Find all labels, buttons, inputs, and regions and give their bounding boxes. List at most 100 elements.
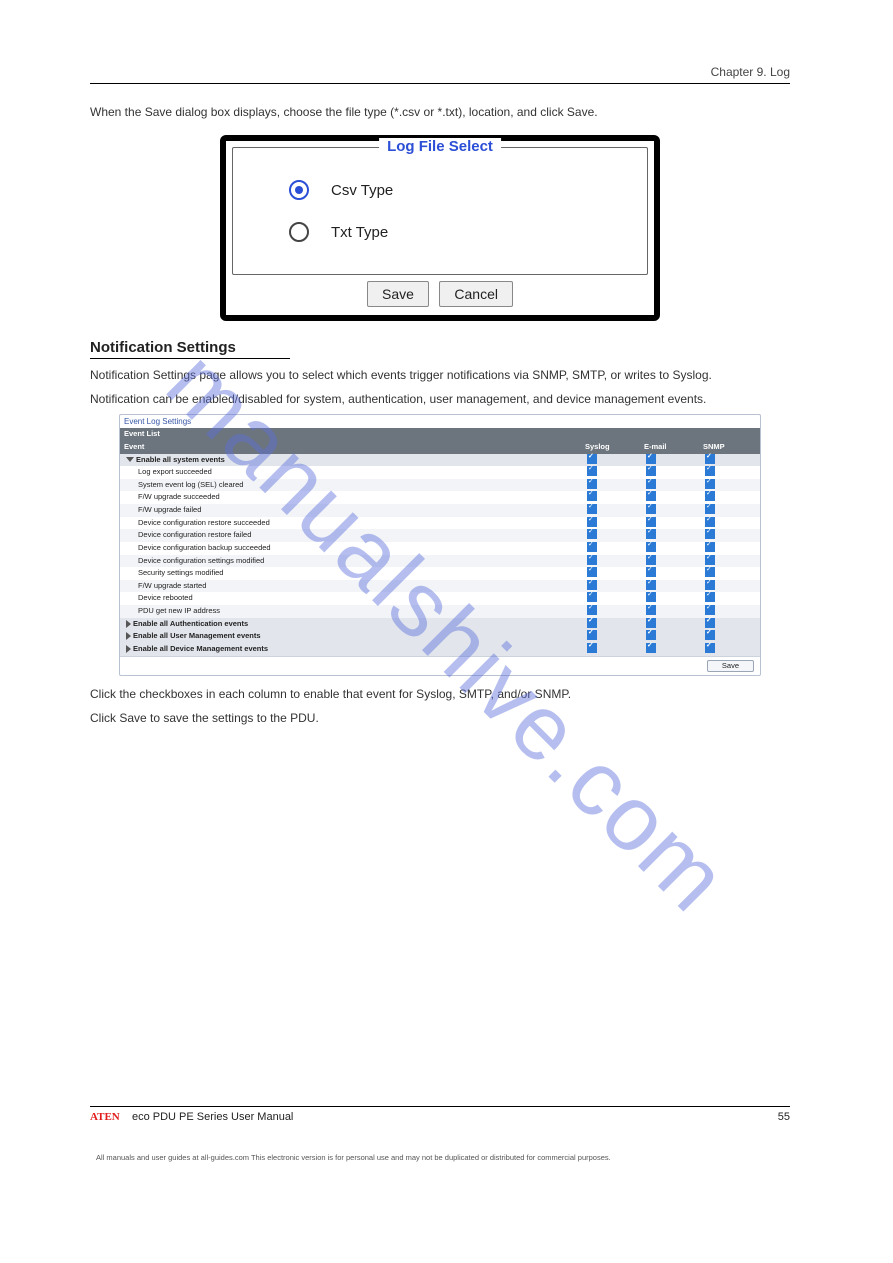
checkbox-checked-icon[interactable] xyxy=(587,592,597,602)
els-row-label: Device configuration restore succeeded xyxy=(138,518,270,527)
els-group-row: Enable all Authentication events xyxy=(120,618,760,631)
checkbox-checked-icon[interactable] xyxy=(705,504,715,514)
els-row-label: Device configuration settings modified xyxy=(138,556,264,565)
checkbox-checked-icon[interactable] xyxy=(587,580,597,590)
checkbox-checked-icon[interactable] xyxy=(587,479,597,489)
checkbox-checked-icon[interactable] xyxy=(705,517,715,527)
event-log-settings-panel: Event Log Settings Event List Event Sysl… xyxy=(119,414,761,676)
checkbox-checked-icon[interactable] xyxy=(646,542,656,552)
checkbox-checked-icon[interactable] xyxy=(587,567,597,577)
checkbox-checked-icon[interactable] xyxy=(587,542,597,552)
els-row-label: Enable all User Management events xyxy=(133,631,261,640)
checkbox-checked-icon[interactable] xyxy=(646,466,656,476)
els-eventlist-bar: Event List xyxy=(120,428,760,441)
checkbox-checked-icon[interactable] xyxy=(646,592,656,602)
expand-closed-icon[interactable] xyxy=(126,645,131,653)
els-event-row: System event log (SEL) cleared xyxy=(120,479,760,492)
els-event-row: Device configuration restore failed xyxy=(120,529,760,542)
els-event-row: Device rebooted xyxy=(120,592,760,605)
checkbox-checked-icon[interactable] xyxy=(646,618,656,628)
els-row-label: Device configuration restore failed xyxy=(138,530,251,539)
checkbox-checked-icon[interactable] xyxy=(587,630,597,640)
checkbox-checked-icon[interactable] xyxy=(646,605,656,615)
dialog-legend: Log File Select xyxy=(379,138,501,155)
els-row-label: Enable all Authentication events xyxy=(133,619,248,628)
col-event: Event xyxy=(120,441,583,454)
checkbox-checked-icon[interactable] xyxy=(646,491,656,501)
checkbox-checked-icon[interactable] xyxy=(587,504,597,514)
chapter-label: Chapter 9. Log xyxy=(90,65,790,79)
radio-txt-type[interactable]: Txt Type xyxy=(289,222,629,242)
cancel-button[interactable]: Cancel xyxy=(439,281,513,307)
els-group-row: Enable all User Management events xyxy=(120,630,760,643)
checkbox-checked-icon[interactable] xyxy=(705,630,715,640)
els-row-label: Device rebooted xyxy=(138,593,193,602)
chapter-rule xyxy=(90,83,790,84)
radio-csv-type[interactable]: Csv Type xyxy=(289,180,629,200)
checkbox-checked-icon[interactable] xyxy=(705,529,715,539)
checkbox-checked-icon[interactable] xyxy=(587,618,597,628)
radio-unselected-icon xyxy=(289,222,309,242)
checkbox-checked-icon[interactable] xyxy=(705,491,715,501)
els-row-label: Device configuration backup succeeded xyxy=(138,543,271,552)
expand-open-icon[interactable] xyxy=(126,457,134,462)
checkbox-checked-icon[interactable] xyxy=(646,567,656,577)
checkbox-checked-icon[interactable] xyxy=(587,643,597,653)
checkbox-checked-icon[interactable] xyxy=(587,605,597,615)
els-save-button[interactable]: Save xyxy=(707,660,754,673)
checkbox-checked-icon[interactable] xyxy=(587,555,597,565)
tail-para-2: Click Save to save the settings to the P… xyxy=(90,710,790,727)
checkbox-checked-icon[interactable] xyxy=(587,517,597,527)
footer-title: eco PDU PE Series User Manual xyxy=(132,1111,293,1123)
els-event-row: Log export succeeded xyxy=(120,466,760,479)
els-event-row: F/W upgrade failed xyxy=(120,504,760,517)
checkbox-checked-icon[interactable] xyxy=(705,542,715,552)
els-event-row: PDU get new IP address xyxy=(120,605,760,618)
tail-para-1: Click the checkboxes in each column to e… xyxy=(90,686,790,703)
els-group-row: Enable all system events xyxy=(120,454,760,467)
checkbox-checked-icon[interactable] xyxy=(705,592,715,602)
checkbox-checked-icon[interactable] xyxy=(705,580,715,590)
save-button[interactable]: Save xyxy=(367,281,429,307)
page-number: 55 xyxy=(778,1111,790,1123)
checkbox-checked-icon[interactable] xyxy=(587,491,597,501)
els-header-row: Event Syslog E-mail SNMP xyxy=(120,441,760,454)
checkbox-checked-icon[interactable] xyxy=(705,605,715,615)
checkbox-checked-icon[interactable] xyxy=(646,643,656,653)
legal-footnote: All manuals and user guides at all-guide… xyxy=(90,1153,790,1163)
els-row-label: F/W upgrade started xyxy=(138,581,206,590)
expand-closed-icon[interactable] xyxy=(126,620,131,628)
els-row-label: PDU get new IP address xyxy=(138,606,220,615)
checkbox-checked-icon[interactable] xyxy=(705,466,715,476)
checkbox-checked-icon[interactable] xyxy=(587,529,597,539)
els-event-row: Device configuration settings modified xyxy=(120,555,760,568)
expand-closed-icon[interactable] xyxy=(126,632,131,640)
els-row-label: Security settings modified xyxy=(138,568,223,577)
checkbox-checked-icon[interactable] xyxy=(705,454,715,464)
checkbox-checked-icon[interactable] xyxy=(705,643,715,653)
els-row-label: Log export succeeded xyxy=(138,467,212,476)
notification-settings-heading: Notification Settings xyxy=(90,339,790,356)
checkbox-checked-icon[interactable] xyxy=(705,567,715,577)
checkbox-checked-icon[interactable] xyxy=(646,630,656,640)
checkbox-checked-icon[interactable] xyxy=(705,618,715,628)
checkbox-checked-icon[interactable] xyxy=(646,517,656,527)
els-group-row: Enable all Device Management events xyxy=(120,643,760,656)
checkbox-checked-icon[interactable] xyxy=(587,454,597,464)
checkbox-checked-icon[interactable] xyxy=(646,504,656,514)
els-event-row: F/W upgrade started xyxy=(120,580,760,593)
log-file-select-dialog: Log File Select Csv Type Txt Type Save C… xyxy=(220,135,660,321)
footer-rule xyxy=(90,1106,790,1107)
els-event-row: Security settings modified xyxy=(120,567,760,580)
checkbox-checked-icon[interactable] xyxy=(705,479,715,489)
els-row-label: System event log (SEL) cleared xyxy=(138,480,243,489)
checkbox-checked-icon[interactable] xyxy=(646,454,656,464)
radio-csv-label: Csv Type xyxy=(331,182,393,199)
checkbox-checked-icon[interactable] xyxy=(587,466,597,476)
checkbox-checked-icon[interactable] xyxy=(646,529,656,539)
checkbox-checked-icon[interactable] xyxy=(705,555,715,565)
checkbox-checked-icon[interactable] xyxy=(646,555,656,565)
els-event-row: F/W upgrade succeeded xyxy=(120,491,760,504)
checkbox-checked-icon[interactable] xyxy=(646,479,656,489)
checkbox-checked-icon[interactable] xyxy=(646,580,656,590)
